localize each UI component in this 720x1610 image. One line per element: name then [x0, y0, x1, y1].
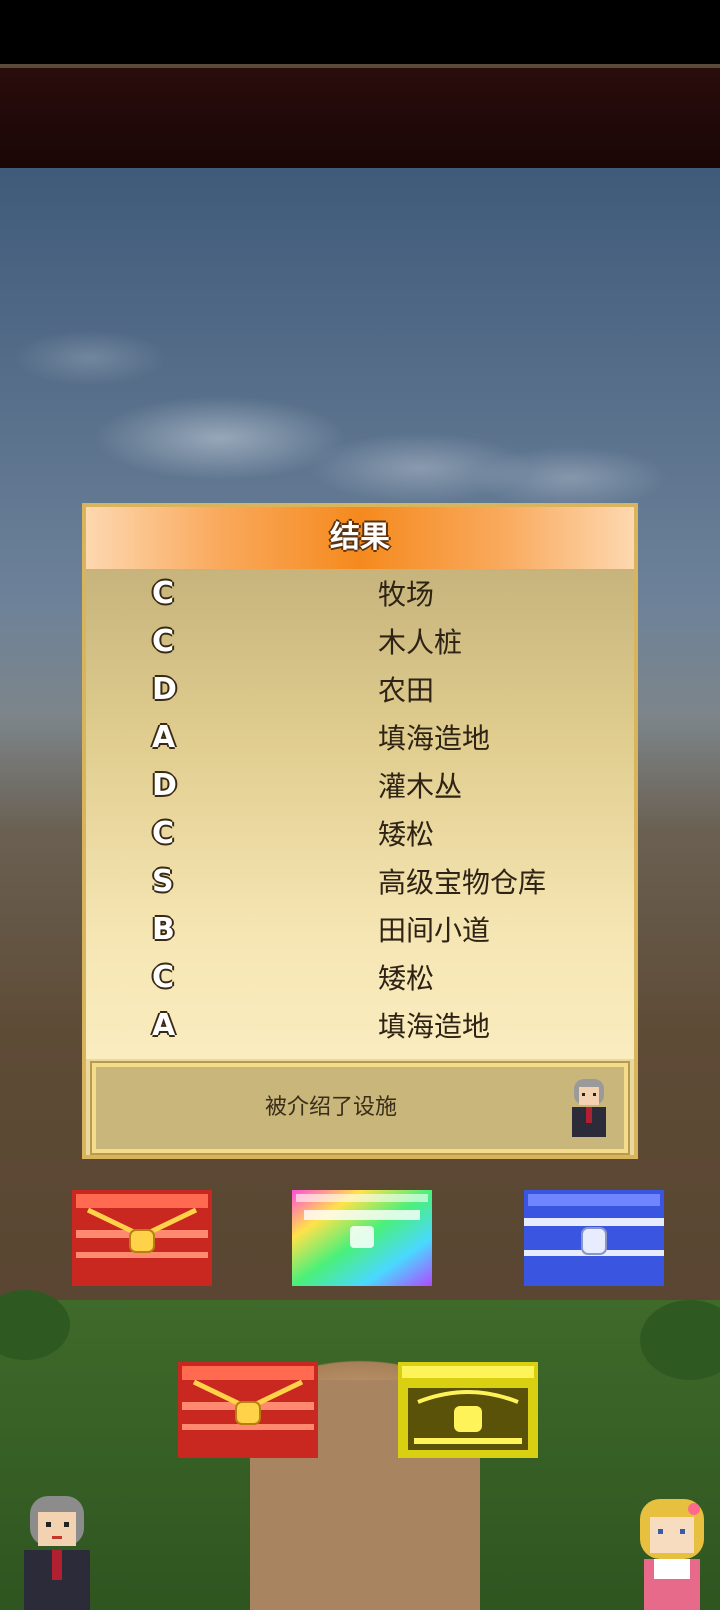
grade-label: S [152, 864, 174, 899]
rainbow-chest-icon[interactable] [292, 1190, 432, 1286]
red-chest-icon[interactable] [72, 1190, 212, 1286]
result-list: C 牧场 C 木人桩 D 农田 A 填海造地 D 灌木丛 C 矮松 S 高级宝物… [86, 569, 634, 1059]
grade-label: A [152, 720, 176, 755]
grade-label: C [152, 624, 175, 659]
result-row: C 矮松 [86, 809, 634, 857]
facility-name: 农田 [378, 674, 435, 707]
result-row: S 高级宝物仓库 [86, 857, 634, 905]
grade-label: C [152, 576, 175, 611]
facility-name: 木人桩 [378, 626, 463, 659]
gold-chest-icon[interactable] [398, 1362, 538, 1458]
advisor-portrait-icon [572, 1079, 606, 1137]
facility-name: 田间小道 [378, 914, 491, 947]
result-row: C 矮松 [86, 953, 634, 1001]
status-bar [0, 0, 720, 64]
grade-label: C [152, 960, 175, 995]
result-dialog: 结果 C 牧场 C 木人桩 D 农田 A 填海造地 D 灌木丛 C 矮松 S 高… [82, 503, 638, 1159]
girl-character-icon [640, 1499, 704, 1610]
facility-name: 牧场 [378, 578, 435, 611]
facility-name: 灌木丛 [378, 770, 463, 803]
result-row: D 灌木丛 [86, 761, 634, 809]
facility-name: 填海造地 [378, 1010, 491, 1043]
result-row: C 木人桩 [86, 617, 634, 665]
facility-name: 填海造地 [378, 722, 491, 755]
message-box[interactable]: 被介绍了设施 [90, 1061, 630, 1155]
dialog-header: 结果 [86, 507, 634, 569]
blue-chest-icon[interactable] [524, 1190, 664, 1286]
red-chest-icon[interactable] [178, 1362, 318, 1458]
dialog-title: 结果 [330, 520, 390, 555]
result-row: D 农田 [86, 665, 634, 713]
result-row: A 填海造地 [86, 1001, 634, 1049]
grade-label: C [152, 816, 175, 851]
message-text: 被介绍了设施 [264, 1095, 397, 1120]
result-row: A 填海造地 [86, 713, 634, 761]
advisor-character-icon [24, 1496, 90, 1610]
grade-label: D [152, 672, 177, 707]
grade-label: A [152, 1008, 176, 1043]
facility-name: 高级宝物仓库 [378, 866, 547, 899]
grade-label: B [152, 912, 175, 947]
result-row: C 牧场 [86, 569, 634, 617]
top-banner [0, 64, 720, 168]
facility-name: 矮松 [378, 962, 435, 995]
grade-label: D [152, 768, 177, 803]
result-row: B 田间小道 [86, 905, 634, 953]
facility-name: 矮松 [378, 818, 435, 851]
